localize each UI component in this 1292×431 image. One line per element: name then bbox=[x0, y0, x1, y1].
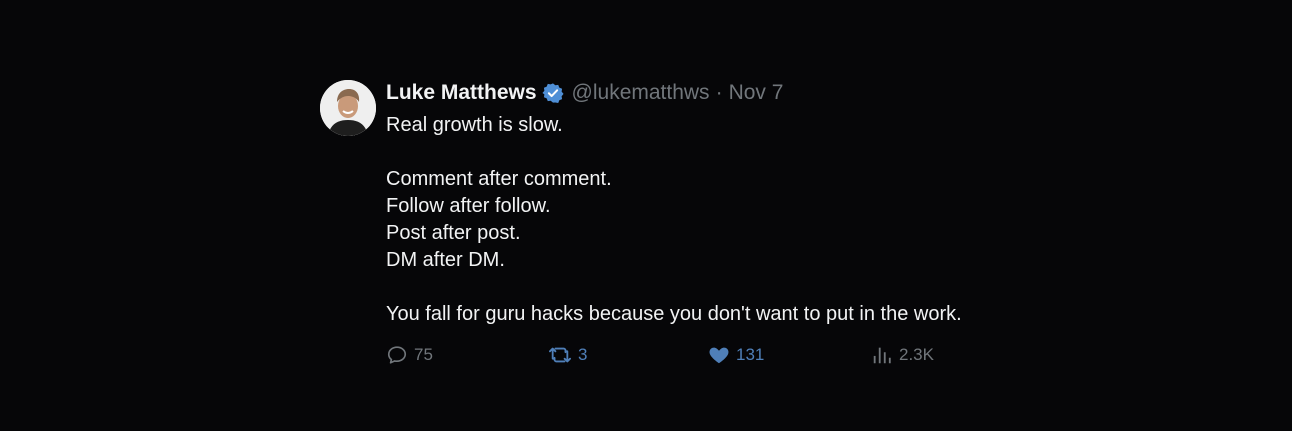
like-button[interactable]: 131 bbox=[708, 344, 764, 366]
handle[interactable]: @lukematthws bbox=[572, 81, 710, 105]
tweet-line: You fall for guru hacks because you don'… bbox=[386, 303, 962, 325]
views-count: 2.3K bbox=[899, 345, 934, 364]
tweet-header: Luke Matthews @lukematthws · Nov 7 bbox=[386, 78, 1086, 108]
avatar[interactable] bbox=[320, 80, 376, 136]
tweet-content: Luke Matthews @lukematthws · Nov 7 Real … bbox=[386, 78, 1086, 364]
tweet-line: Real growth is slow. bbox=[386, 114, 563, 136]
tweet-actions: 75 3 131 2.3K bbox=[386, 344, 1006, 372]
separator-dot: · bbox=[715, 81, 723, 104]
tweet-line: Follow after follow. bbox=[386, 195, 551, 217]
reply-button[interactable]: 75 bbox=[386, 344, 433, 366]
tweet-date[interactable]: Nov 7 bbox=[729, 81, 784, 105]
tweet-line: Post after post. bbox=[386, 222, 521, 244]
like-count: 131 bbox=[736, 345, 765, 364]
tweet-text: Real growth is slow. Comment after comme… bbox=[386, 112, 1086, 328]
retweet-button[interactable]: 3 bbox=[548, 344, 587, 366]
tweet-line: DM after DM. bbox=[386, 249, 505, 271]
reply-icon bbox=[386, 344, 414, 366]
views-button[interactable]: 2.3K bbox=[871, 344, 934, 366]
retweet-icon bbox=[548, 344, 578, 366]
views-icon bbox=[871, 344, 899, 366]
verified-badge-icon bbox=[541, 82, 564, 104]
reply-count: 75 bbox=[414, 345, 433, 364]
display-name[interactable]: Luke Matthews bbox=[386, 81, 537, 105]
heart-icon bbox=[708, 344, 736, 366]
retweet-count: 3 bbox=[578, 345, 588, 364]
tweet-line: Comment after comment. bbox=[386, 168, 612, 190]
